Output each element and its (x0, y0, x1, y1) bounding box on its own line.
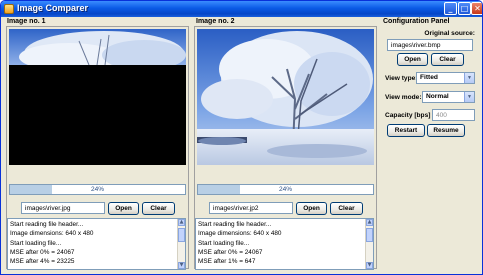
original-source-field[interactable]: images\river.bmp (387, 39, 473, 51)
image2-log-lines: Start reading file header... Image dimen… (198, 220, 363, 266)
image2-log-area[interactable]: Start reading file header... Image dimen… (195, 218, 374, 270)
restart-button[interactable]: Restart (387, 124, 425, 137)
capacity-label: Capacity [bps] : (385, 112, 435, 119)
chevron-down-icon[interactable]: ▼ (464, 92, 474, 102)
image2-log-scrollbar[interactable]: ▲ ▼ (365, 219, 373, 269)
source-open-button[interactable]: Open (397, 53, 428, 66)
title-bar[interactable]: Image Comparer _ □ ✕ (1, 1, 482, 17)
maximize-button[interactable]: □ (458, 2, 471, 15)
log-line: MSE after 4% = 23225 (10, 258, 75, 266)
image2-canvas (197, 29, 374, 165)
scroll-up-icon[interactable]: ▲ (366, 219, 373, 226)
winter-tree-picture (197, 29, 374, 165)
view-mode-select[interactable]: Normal ▼ (422, 91, 475, 103)
view-mode-value: Normal (426, 93, 449, 100)
app-icon (4, 4, 14, 14)
resume-button[interactable]: Resume (427, 124, 465, 137)
log-line: MSE after 1% = 647 (198, 258, 256, 266)
image1-log-scrollbar[interactable]: ▲ ▼ (177, 219, 185, 269)
image1-path-field[interactable]: images\river.jpg (21, 202, 105, 214)
log-line: Start reading file header... (10, 221, 84, 228)
log-line: MSE after 0% = 24067 (198, 248, 263, 256)
scroll-down-icon[interactable]: ▼ (178, 262, 185, 269)
image2-progress-bar: 24% (197, 184, 374, 195)
log-line: Start loading file... (10, 239, 62, 247)
scroll-up-icon[interactable]: ▲ (178, 219, 185, 226)
window-title: Image Comparer (17, 3, 89, 13)
scroll-down-icon[interactable]: ▼ (366, 262, 373, 269)
image1-log-area[interactable]: Start reading file header... Image dimen… (7, 218, 186, 270)
log-line: Image dimensions: 640 x 480 (198, 230, 282, 238)
chevron-down-icon[interactable]: ▼ (464, 73, 474, 83)
minimize-button[interactable]: _ (444, 2, 457, 15)
image2-clear-button[interactable]: Clear (330, 202, 363, 215)
image1-canvas (9, 29, 186, 165)
image1-partial-picture (9, 29, 186, 65)
image1-clear-button[interactable]: Clear (142, 202, 175, 215)
log-line: Start reading file header... (198, 221, 272, 228)
image1-open-button[interactable]: Open (108, 202, 139, 215)
capacity-field[interactable]: 400 (432, 109, 475, 121)
image1-panel-title: Image no. 1 (7, 18, 46, 25)
view-mode-label: View mode: (385, 94, 422, 101)
image-comparer-window: Image Comparer _ □ ✕ Image no. 1 24% ima… (0, 0, 483, 275)
view-type-label: View type: (385, 75, 418, 82)
image1-log-lines: Start reading file header... Image dimen… (10, 220, 175, 266)
config-panel-title: Configuration Panel (383, 18, 450, 25)
scroll-thumb[interactable] (366, 228, 373, 242)
image1-progress-bar: 24% (9, 184, 186, 195)
log-line: MSE after 0% = 24067 (10, 248, 75, 256)
source-clear-button[interactable]: Clear (431, 53, 464, 66)
original-source-label: Original source: (424, 30, 475, 37)
log-line: Image dimensions: 640 x 480 (10, 230, 94, 238)
close-button[interactable]: ✕ (471, 2, 482, 15)
image1-progress-label: 24% (90, 186, 104, 193)
view-type-select[interactable]: Fitted ▼ (416, 72, 475, 84)
image2-panel: 24% images\river.jp2 Open Clear Start re… (194, 26, 377, 270)
image2-path-field[interactable]: images\river.jp2 (209, 202, 293, 214)
log-line: Start loading file... (198, 239, 250, 247)
scroll-thumb[interactable] (178, 228, 185, 242)
view-type-value: Fitted (420, 74, 438, 81)
image2-open-button[interactable]: Open (296, 202, 327, 215)
image2-panel-title: Image no. 2 (196, 18, 235, 25)
image2-progress-label: 24% (278, 186, 292, 193)
image1-panel: 24% images\river.jpg Open Clear Start re… (6, 26, 189, 270)
